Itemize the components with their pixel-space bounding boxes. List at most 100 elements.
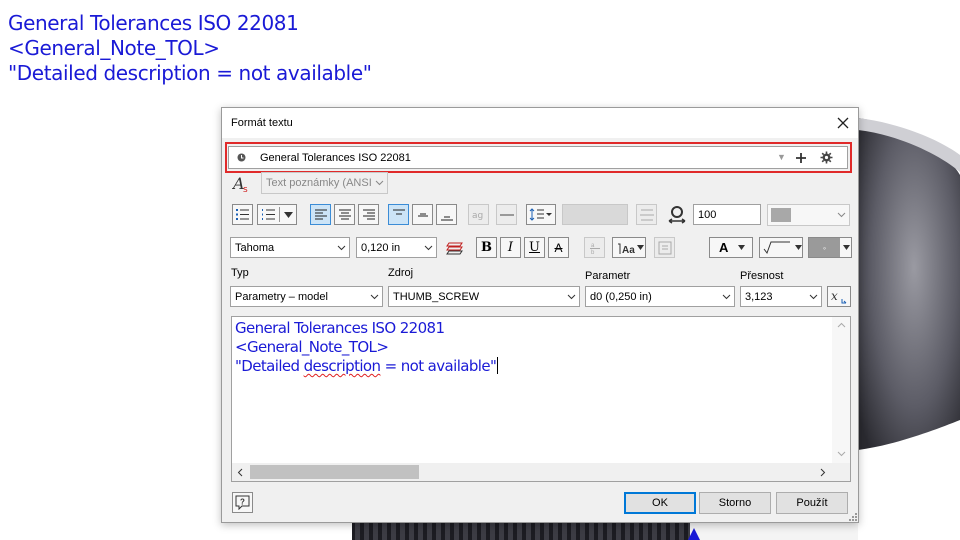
leader-line-icon bbox=[763, 241, 790, 254]
stretch-input[interactable]: 100 bbox=[693, 204, 761, 225]
ok-button[interactable]: OK bbox=[624, 492, 696, 514]
horizontal-scrollbar-thumb[interactable] bbox=[250, 465, 419, 479]
align-center-button[interactable] bbox=[334, 204, 355, 225]
dialog-title: Formát textu bbox=[231, 117, 293, 129]
format-text-dialog: Formát textu General Tolerances ISO 2208… bbox=[221, 107, 859, 523]
editor-line-1: General Tolerances ISO 22081 bbox=[235, 319, 445, 337]
insert-parameter-button[interactable]: x bbox=[827, 286, 851, 307]
case-button[interactable]: Aa bbox=[612, 237, 646, 258]
style-icon bbox=[237, 153, 246, 162]
underline-button[interactable]: U bbox=[524, 237, 545, 258]
resize-grip-icon[interactable] bbox=[848, 512, 858, 522]
type-label: Typ bbox=[231, 267, 249, 279]
scrollbar-corner bbox=[832, 463, 850, 481]
text-style-combo[interactable]: General Tolerances ISO 22081 ▼ bbox=[228, 146, 848, 169]
text-style-icon: As bbox=[231, 174, 252, 199]
page: General Tolerances ISO 22081 <General_No… bbox=[0, 0, 960, 540]
spacing-button: ag bbox=[468, 204, 489, 225]
bold-button[interactable]: B bbox=[476, 237, 497, 258]
text-color-icon: A bbox=[719, 240, 729, 255]
text-caret bbox=[497, 357, 499, 374]
horizontal-scrollbar[interactable] bbox=[232, 463, 832, 481]
italic-button[interactable]: I bbox=[500, 237, 521, 258]
fill-color-button[interactable]: ◦ bbox=[808, 237, 852, 258]
line-spacing-button[interactable] bbox=[526, 204, 556, 225]
stretch-icon bbox=[668, 205, 686, 230]
type-select[interactable]: Parametry – model bbox=[230, 286, 383, 307]
source-value: THUMB_SCREW bbox=[393, 290, 480, 303]
align-left-icon bbox=[314, 209, 327, 219]
symbol-button bbox=[654, 237, 675, 258]
valign-top-button[interactable] bbox=[388, 204, 409, 225]
valign-middle-button[interactable] bbox=[412, 204, 433, 225]
style-value: General Tolerances ISO 22081 bbox=[260, 151, 411, 164]
type-value: Parametry – model bbox=[235, 290, 328, 303]
svg-text:?: ? bbox=[240, 498, 245, 507]
style-settings-button[interactable] bbox=[820, 151, 833, 167]
source-label: Zdroj bbox=[388, 267, 414, 279]
font-size-select[interactable]: 0,120 in bbox=[356, 237, 437, 258]
chevron-down-icon bbox=[420, 238, 436, 257]
symbol-icon bbox=[658, 241, 671, 254]
source-select[interactable]: THUMB_SCREW bbox=[388, 286, 580, 307]
chevron-down-icon bbox=[795, 245, 802, 250]
divider bbox=[279, 207, 280, 222]
chevron-down-icon bbox=[833, 205, 849, 225]
color-swatch-select[interactable] bbox=[767, 204, 850, 226]
chevron-down-icon bbox=[718, 287, 734, 306]
valign-bottom-button[interactable] bbox=[436, 204, 457, 225]
align-right-button[interactable] bbox=[358, 204, 379, 225]
stack-button[interactable] bbox=[444, 237, 466, 258]
align-right-icon bbox=[362, 209, 375, 219]
editor-line-3: "Detailed description = not available" bbox=[235, 357, 499, 376]
vertical-scrollbar[interactable] bbox=[832, 317, 850, 463]
width-stretch-icon bbox=[668, 206, 686, 224]
parameter-label: Parametr bbox=[585, 270, 631, 282]
gear-icon bbox=[820, 151, 833, 164]
text-editor[interactable]: General Tolerances ISO 22081 <General_No… bbox=[231, 316, 851, 482]
chevron-down-icon bbox=[805, 287, 821, 306]
scroll-left-arrow-icon[interactable] bbox=[237, 468, 243, 477]
text-style-select[interactable]: Text poznámky (ANSI bbox=[261, 172, 388, 194]
scroll-up-arrow-icon[interactable] bbox=[837, 322, 846, 328]
bold-icon: B bbox=[481, 240, 492, 255]
apply-button[interactable]: Použít bbox=[776, 492, 848, 514]
font-size-value: 0,120 in bbox=[361, 241, 401, 254]
chevron-down-icon bbox=[843, 245, 850, 250]
font-select[interactable]: Tahoma bbox=[230, 237, 350, 258]
editor-text-segment: "Detailed bbox=[235, 357, 304, 375]
chevron-down-icon bbox=[738, 245, 746, 250]
precision-label: Přesnost bbox=[740, 270, 784, 282]
plus-icon bbox=[796, 153, 806, 163]
drawing-note-line: <General_Note_TOL> bbox=[8, 36, 220, 60]
bullet-list-button[interactable] bbox=[232, 204, 253, 225]
parameter-value: d0 (0,250 in) bbox=[590, 290, 652, 303]
strikethrough-button[interactable]: A bbox=[548, 237, 569, 258]
align-left-button[interactable] bbox=[310, 204, 331, 225]
help-icon: ? bbox=[235, 495, 250, 510]
cancel-button[interactable]: Storno bbox=[699, 492, 771, 514]
text-color-button[interactable]: A bbox=[709, 237, 753, 258]
scroll-right-arrow-icon[interactable] bbox=[820, 468, 826, 477]
stack-icon bbox=[446, 242, 463, 254]
close-button[interactable] bbox=[828, 108, 858, 138]
chevron-down-icon bbox=[366, 287, 382, 306]
add-style-button[interactable] bbox=[795, 148, 807, 168]
parameter-select[interactable]: d0 (0,250 in) bbox=[585, 286, 735, 307]
color-swatch bbox=[771, 208, 791, 222]
help-button[interactable]: ? bbox=[232, 492, 253, 513]
fraction-button: ab bbox=[584, 237, 605, 258]
leader-style-button[interactable] bbox=[759, 237, 803, 258]
text-style-value: Text poznámky (ANSI bbox=[266, 177, 372, 189]
fit-text-button bbox=[636, 204, 657, 225]
strikethrough-icon: A bbox=[554, 240, 563, 255]
stretch-value: 100 bbox=[698, 208, 717, 221]
align-center-icon bbox=[338, 209, 351, 219]
fit-text-icon bbox=[639, 209, 654, 220]
precision-select[interactable]: 3,123 bbox=[740, 286, 822, 307]
chevron-down-icon bbox=[284, 211, 293, 218]
svg-text:s: s bbox=[243, 185, 248, 194]
scroll-down-arrow-icon[interactable] bbox=[837, 451, 846, 457]
numbered-list-button[interactable] bbox=[257, 204, 297, 225]
fill-swatch: ◦ bbox=[809, 238, 840, 257]
